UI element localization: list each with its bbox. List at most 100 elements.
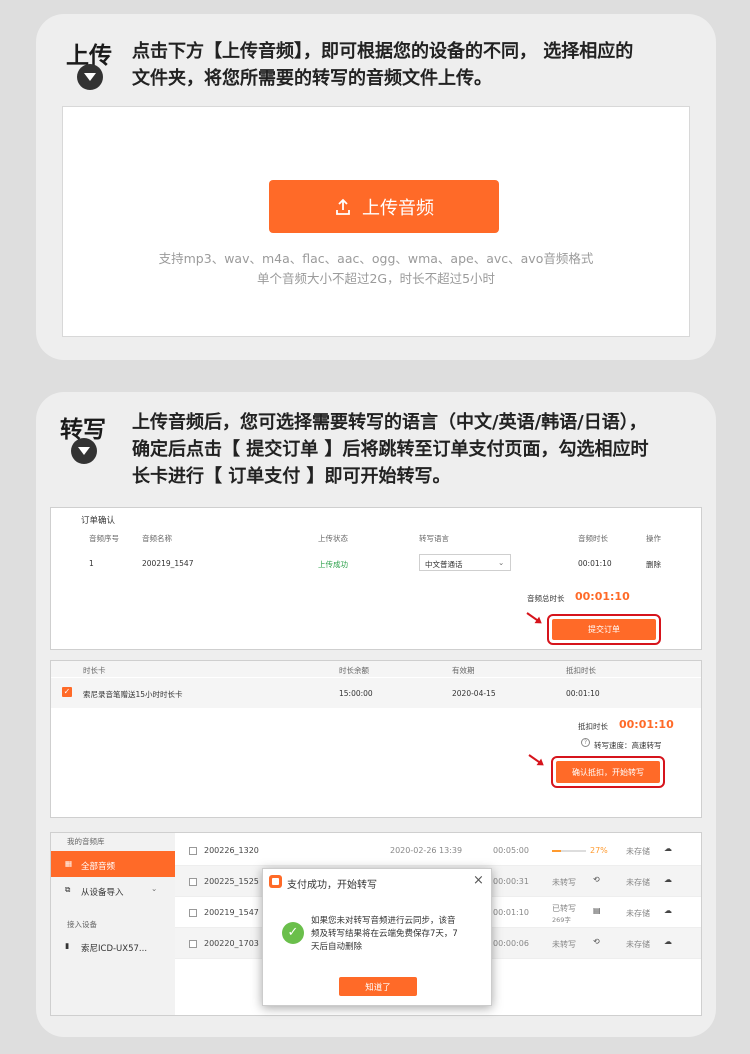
- col-language: 转写语言: [419, 534, 449, 543]
- row-storage: 未存储: [626, 847, 650, 856]
- row-checkbox[interactable]: [189, 940, 197, 948]
- row-index: 1: [89, 559, 94, 568]
- devices-heading: 接入设备: [67, 920, 97, 929]
- col-upload-status: 上传状态: [318, 534, 348, 543]
- upload-panel: 上传音频 支持mp3、wav、m4a、flac、aac、ogg、wma、ape、…: [62, 106, 690, 337]
- device-icon: ⧉: [65, 885, 71, 894]
- deduct-value: 00:01:10: [619, 718, 674, 731]
- col-expiry: 有效期: [452, 666, 475, 675]
- upload-section-card: 上传 点击下方【上传音频】，即可根据您的设备的不同， 选择相应的 文件夹，将您所…: [36, 14, 716, 360]
- row-storage: 未存储: [626, 940, 650, 949]
- row-word-count: 269字: [552, 916, 571, 924]
- device-name: 索尼ICD-UX57...: [81, 944, 148, 954]
- grid-icon: ▦: [65, 859, 73, 868]
- total-duration-label: 音频总时长: [527, 594, 565, 603]
- delete-link[interactable]: 删除: [646, 559, 661, 570]
- order-confirm-panel: 订单确认 音频序号 音频名称 上传状态 转写语言 音频时长 操作 1 20021…: [50, 507, 702, 650]
- upload-audio-button[interactable]: 上传音频: [269, 180, 499, 233]
- row-duration: 00:00:06: [493, 939, 529, 948]
- row-name: 200226_1320: [204, 846, 259, 855]
- row-checkbox[interactable]: [189, 847, 197, 855]
- upload-audio-label: 上传音频: [362, 197, 434, 219]
- transcribe-icon[interactable]: ⟲: [593, 875, 600, 884]
- chevron-down-icon: [71, 438, 97, 464]
- row-name: 200219_1547: [204, 908, 259, 917]
- limit-hint: 单个音频大小不超过2G，时长不超过5小时: [256, 271, 496, 286]
- row-storage: 未存储: [626, 878, 650, 887]
- col-duration: 音频时长: [578, 534, 608, 543]
- language-select[interactable]: 中文普通话 ⌄: [419, 554, 511, 571]
- card-checkbox[interactable]: ✓: [62, 687, 72, 697]
- nav-all-audio-label: 全部音频: [81, 862, 116, 872]
- transcribe-icon[interactable]: ⟲: [593, 937, 600, 946]
- device-item[interactable]: ▮ 索尼ICD-UX57...: [51, 935, 175, 957]
- transcribe-description-line1: 上传音频后，您可选择需要转写的语言（中文/英语/韩语/日语），: [132, 412, 647, 433]
- language-select-value: 中文普通话: [425, 560, 463, 569]
- card-balance: 15:00:00: [339, 689, 373, 698]
- row-checkbox[interactable]: [189, 909, 197, 917]
- row-audio-name: 200219_1547: [142, 559, 194, 568]
- library-heading: 我的音频库: [67, 837, 105, 846]
- submit-order-button[interactable]: 提交订单: [552, 619, 656, 640]
- payment-success-dialog: 支付成功，开始转写 × ✓ 如果您未对转写音频进行云同步，该音 频及转写结果将在…: [262, 868, 492, 1006]
- pointer-arrow-icon: [528, 754, 543, 765]
- success-check-icon: ✓: [282, 922, 304, 944]
- payment-panel: 时长卡 时长余额 有效期 抵扣时长 ✓ 索尼录音笔赠送15小时时长卡 15:00…: [50, 660, 702, 818]
- chevron-down-icon: ⌄: [498, 558, 505, 567]
- cloud-icon[interactable]: ☁: [664, 937, 672, 946]
- cloud-icon[interactable]: ☁: [664, 906, 672, 915]
- upload-description-line2: 文件夹，将您所需要的转写的音频文件上传。: [132, 68, 492, 89]
- card-name: 索尼录音笔赠送15小时时长卡: [83, 690, 183, 699]
- total-duration-value: 00:01:10: [575, 590, 630, 603]
- dialog-message-line3: 天后自动删除: [311, 942, 363, 952]
- row-duration: 00:01:10: [578, 559, 612, 568]
- nav-all-audio[interactable]: ▦ 全部音频: [51, 851, 175, 877]
- pointer-arrow-icon: [526, 612, 541, 623]
- nav-import-label: 从设备导入: [81, 888, 124, 898]
- col-balance: 时长余额: [339, 666, 369, 675]
- upload-description-line1: 点击下方【上传音频】，即可根据您的设备的不同， 选择相应的: [132, 41, 634, 62]
- dialog-message-line2: 频及转写结果将在云端免费保存7天，7: [311, 929, 458, 939]
- upload-icon: [336, 198, 350, 215]
- col-deduct: 抵扣时长: [566, 666, 596, 675]
- payment-header-row: [51, 661, 701, 677]
- row-duration: 00:01:10: [493, 908, 529, 917]
- col-duration-card: 时长卡: [83, 666, 106, 675]
- row-duration: 00:05:00: [493, 846, 529, 855]
- usb-icon: ▮: [65, 941, 70, 950]
- card-expiry: 2020-04-15: [452, 689, 496, 698]
- row-storage: 未存储: [626, 909, 650, 918]
- dialog-title: 支付成功，开始转写: [287, 880, 377, 891]
- card-deduct: 00:01:10: [566, 689, 600, 698]
- nav-import-device[interactable]: ⧉ 从设备导入 ⌄: [51, 879, 175, 901]
- row-date: 2020-02-26 13:39: [390, 846, 463, 855]
- formats-hint: 支持mp3、wav、m4a、flac、aac、ogg、wma、ape、avc、a…: [158, 251, 594, 266]
- cloud-icon[interactable]: ☁: [664, 875, 672, 884]
- progress-fill: [552, 850, 562, 852]
- transcribe-description-line2: 确定后点击【 提交订单 】后将跳转至订单支付页面，勾选相应时: [132, 439, 649, 460]
- app-logo-icon: [269, 875, 282, 888]
- row-status: 未转写: [552, 940, 576, 949]
- row-checkbox[interactable]: [189, 878, 197, 886]
- row-name: 200220_1703: [204, 939, 259, 948]
- chevron-down-icon: [77, 64, 103, 90]
- progress-track: [552, 850, 586, 852]
- confirm-deduct-button[interactable]: 确认抵扣，开始转写: [556, 761, 660, 783]
- chevron-down-icon: ⌄: [151, 884, 158, 893]
- col-audio-name: 音频名称: [142, 534, 172, 543]
- order-confirm-heading: 订单确认: [81, 516, 116, 526]
- close-icon[interactable]: ×: [473, 873, 484, 888]
- row-duration: 00:00:31: [493, 877, 529, 886]
- deduct-label: 抵扣时长: [578, 722, 608, 731]
- dialog-ok-button[interactable]: 知道了: [339, 977, 417, 996]
- cloud-icon[interactable]: ☁: [664, 844, 672, 853]
- library-sidebar: 我的音频库 ▦ 全部音频 ⧉ 从设备导入 ⌄ 接入设备 ▮ 索尼ICD-UX57…: [51, 833, 175, 1015]
- library-row[interactable]: 200226_1320 2020-02-26 13:39 00:05:00 27…: [175, 835, 701, 866]
- transcribe-speed: 转写速度：高速转写: [594, 741, 662, 750]
- col-action: 操作: [646, 534, 661, 543]
- row-progress: 27%: [590, 846, 608, 855]
- dialog-message-line1: 如果您未对转写音频进行云同步，该音: [311, 916, 456, 926]
- help-icon[interactable]: ?: [581, 738, 590, 747]
- row-status: 已转写: [552, 904, 576, 913]
- document-icon[interactable]: ▤: [593, 906, 601, 915]
